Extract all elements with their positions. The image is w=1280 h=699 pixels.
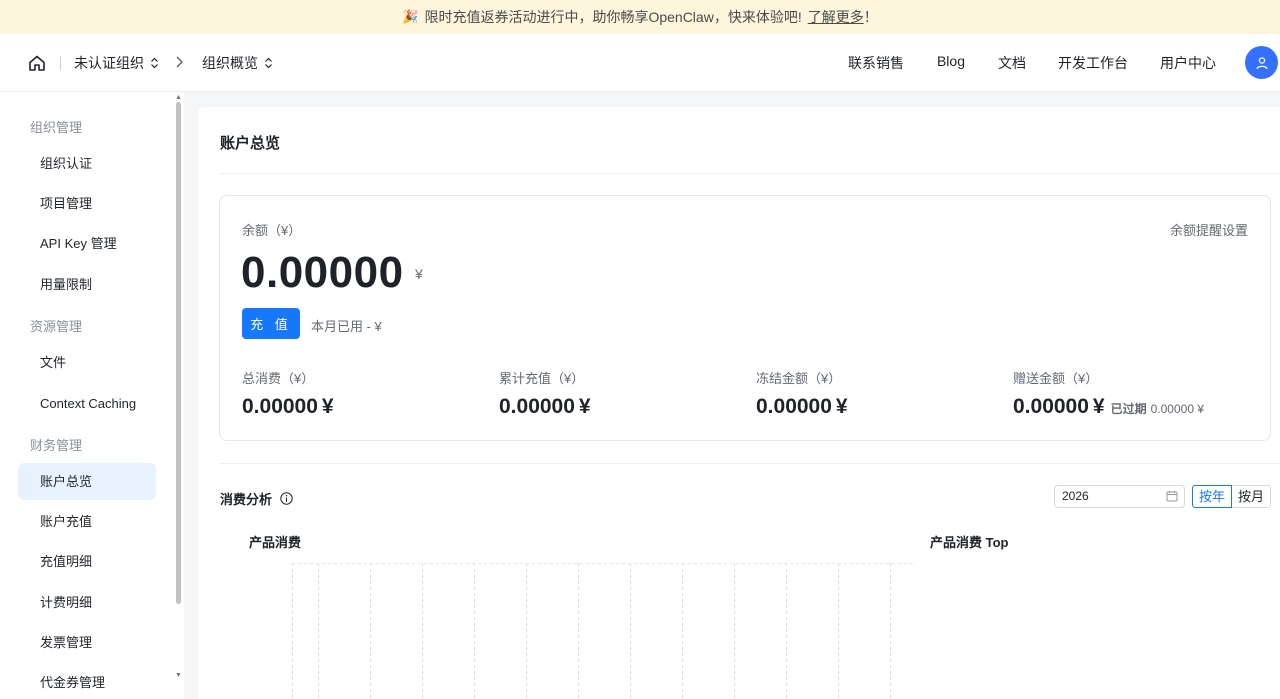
month-used-text: 本月已用 - ¥: [311, 319, 382, 334]
page-title: 账户总览: [220, 135, 281, 152]
chevron-updown-icon: [151, 57, 158, 69]
year-value: 2026: [1062, 489, 1089, 503]
party-popper-icon: 🎉: [402, 9, 419, 24]
promo-banner: 🎉 限时充值返券活动进行中，助你畅享OpenClaw，快来体验吧! 了解更多 ！: [0, 0, 1280, 34]
expired-value: 0.00000 ¥: [1150, 402, 1205, 416]
sidebar-item-org-verify[interactable]: 组织认证: [18, 145, 156, 182]
chevron-right-icon: [176, 56, 183, 68]
stat-frozen-amount: 冻结金额（¥） 0.00000 ¥: [756, 368, 848, 419]
stat-total-spend: 总消费（¥） 0.00000 ¥: [242, 368, 334, 419]
sidebar-item-account-recharge[interactable]: 账户充值: [18, 503, 156, 540]
scroll-up-arrow-icon[interactable]: ▲: [175, 94, 182, 101]
learn-more-link[interactable]: 了解更多: [808, 7, 864, 27]
analysis-title: 消费分析: [220, 489, 293, 508]
divider: [220, 173, 1280, 174]
stat-total-recharge: 累计充值（¥） 0.00000 ¥: [499, 368, 591, 419]
nav-user-center[interactable]: 用户中心: [1160, 53, 1216, 73]
sidebar-item-vouchers[interactable]: 代金券管理: [18, 664, 156, 699]
divider: [220, 463, 1280, 464]
top-header: 未认证组织 组织概览 联系销售 Blog 文档 开发工作台 用户中心: [0, 34, 1280, 92]
scroll-down-arrow-icon[interactable]: ▼: [175, 672, 182, 679]
balance-card: 余额（¥） 余额提醒设置 0.00000 ¥ 充 值 本月已用 - ¥ 总消费（…: [219, 195, 1271, 441]
sidebar-item-files[interactable]: 文件: [18, 344, 156, 381]
page-name: 组织概览: [202, 55, 258, 71]
balance-alert-settings-link[interactable]: 余额提醒设置: [1170, 220, 1248, 239]
sidebar-item-account-overview[interactable]: 账户总览: [18, 463, 156, 500]
top-nav: 联系销售 Blog 文档 开发工作台 用户中心: [848, 53, 1216, 73]
sidebar: 组织管理 组织认证 项目管理 API Key 管理 用量限制 资源管理 文件 C…: [0, 92, 184, 699]
expired-label: 已过期: [1110, 402, 1147, 416]
stat-label: 总消费（¥）: [242, 371, 315, 386]
home-icon[interactable]: [28, 54, 46, 72]
main-panel: 账户总览 余额（¥） 余额提醒设置 0.00000 ¥ 充 值 本月已用 - ¥…: [198, 107, 1280, 699]
stat-value: 0.00000 ¥ 已过期 0.00000 ¥: [1013, 395, 1205, 418]
balance-unit: ¥: [415, 266, 423, 282]
sidebar-section-org: 组织管理: [30, 120, 83, 135]
year-picker[interactable]: 2026: [1054, 485, 1185, 508]
sidebar-item-api-keys[interactable]: API Key 管理: [18, 225, 156, 262]
sidebar-section-finance: 财务管理: [30, 438, 83, 453]
banner-suffix: ！: [863, 9, 878, 25]
user-icon: [1255, 56, 1268, 69]
stat-value: 0.00000 ¥: [499, 395, 591, 418]
stat-value: 0.00000 ¥: [756, 395, 848, 418]
analysis-title-text: 消费分析: [220, 492, 273, 507]
sidebar-item-invoices[interactable]: 发票管理: [18, 624, 156, 661]
header-divider: [60, 56, 61, 70]
toggle-by-year[interactable]: 按年: [1192, 485, 1233, 508]
sidebar-item-context-caching[interactable]: Context Caching: [18, 385, 156, 422]
sidebar-item-billing-details[interactable]: 计费明细: [18, 584, 156, 621]
sidebar-section-resources: 资源管理: [30, 319, 83, 334]
banner-text: 限时充值返券活动进行中，助你畅享OpenClaw，快来体验吧!: [424, 9, 802, 25]
stat-label: 累计充值（¥）: [499, 371, 585, 386]
stat-value: 0.00000 ¥: [242, 395, 334, 418]
org-switcher[interactable]: 未认证组织: [74, 53, 159, 73]
sidebar-item-usage-limits[interactable]: 用量限制: [18, 266, 156, 303]
toggle-by-month[interactable]: 按月: [1232, 485, 1272, 508]
sidebar-item-projects[interactable]: 项目管理: [18, 185, 156, 222]
period-toggle: 按年 按月: [1192, 485, 1272, 508]
avatar[interactable]: [1245, 46, 1278, 79]
org-name: 未认证组织: [74, 55, 144, 71]
stat-label: 赠送金额（¥）: [1013, 371, 1099, 386]
nav-dev-console[interactable]: 开发工作台: [1058, 53, 1128, 73]
sidebar-scroll-thumb[interactable]: [176, 102, 181, 604]
calendar-icon: [1166, 491, 1178, 502]
balance-value: 0.00000: [241, 248, 404, 297]
nav-blog[interactable]: Blog: [937, 53, 965, 73]
sidebar-item-recharge-details[interactable]: 充值明细: [18, 543, 156, 580]
page-switcher[interactable]: 组织概览: [202, 53, 273, 73]
product-spend-top-title: 产品消费 Top: [930, 535, 1009, 550]
product-spend-chart: [292, 563, 916, 699]
stat-label: 冻结金额（¥）: [756, 371, 842, 386]
chevron-updown-icon: [265, 57, 272, 69]
nav-docs[interactable]: 文档: [998, 53, 1026, 73]
nav-contact-sales[interactable]: 联系销售: [848, 53, 904, 73]
product-spend-chart-title: 产品消费: [249, 535, 302, 550]
stat-gift-amount: 赠送金额（¥） 0.00000 ¥ 已过期 0.00000 ¥: [1013, 368, 1204, 419]
info-icon[interactable]: [280, 492, 293, 505]
recharge-button[interactable]: 充 值: [242, 308, 300, 339]
balance-label: 余额（¥）: [242, 223, 302, 238]
